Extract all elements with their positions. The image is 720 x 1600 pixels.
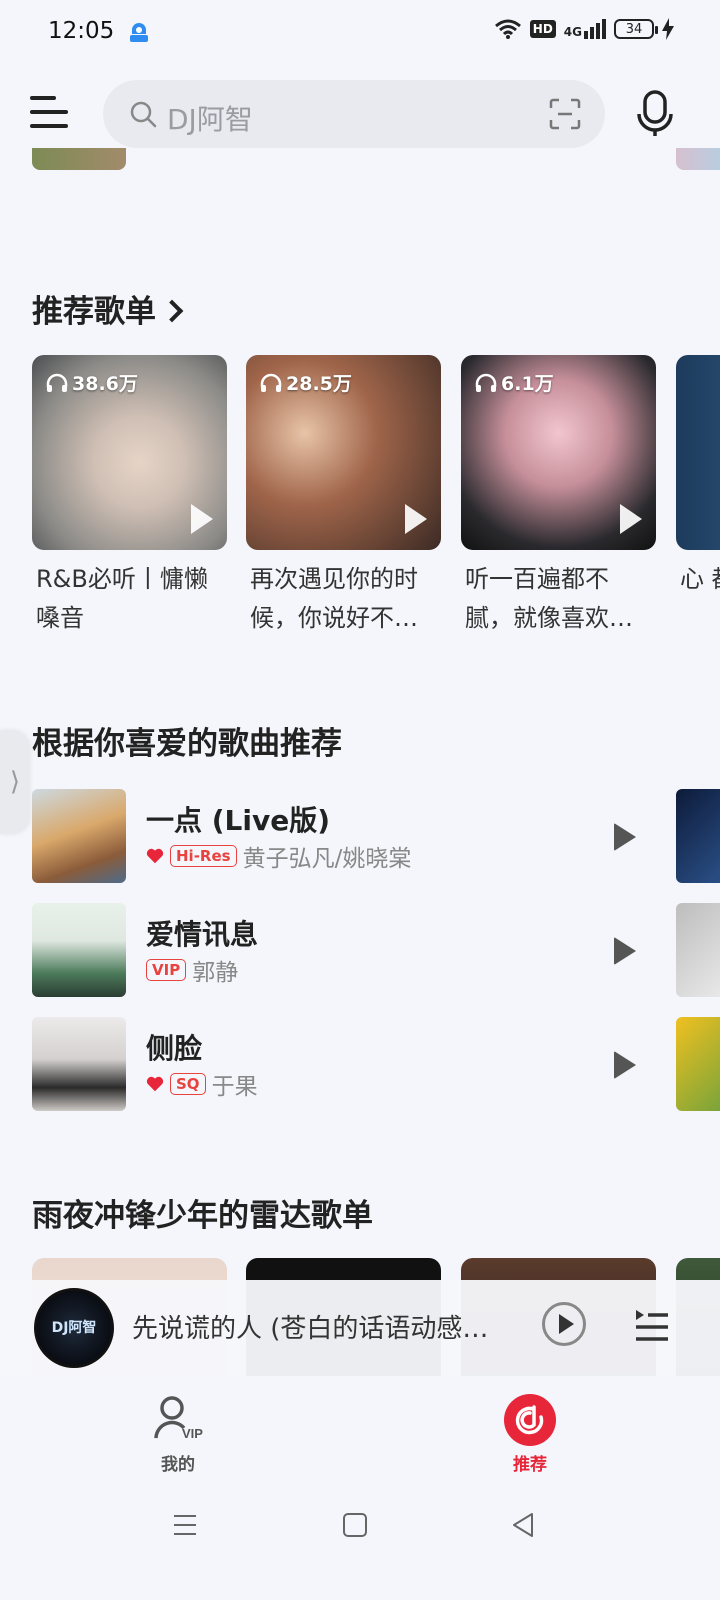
nav-mine[interactable]: VIP 我的 <box>128 1394 228 1475</box>
song-cover <box>32 1017 126 1111</box>
playlist-cover: 38.6万 <box>32 355 227 550</box>
song-title: 爱情讯息 <box>146 918 259 951</box>
signal-icon: 4G <box>564 19 606 39</box>
vip-badge: VIP <box>182 1426 203 1441</box>
status-icons: HD 4G 34 <box>494 18 674 40</box>
system-navigation <box>0 1490 720 1600</box>
song-title: 一点 (Live版) <box>146 804 331 837</box>
netease-music-icon <box>504 1394 556 1446</box>
mini-player-play-button[interactable] <box>542 1302 586 1346</box>
app-notification-icon <box>130 23 148 42</box>
charging-icon <box>662 18 674 40</box>
recommended-playlists-title: 推荐歌单 <box>32 294 156 330</box>
quality-tag: SQ <box>170 1073 206 1095</box>
playlist-title: 听一百遍都不腻，就像喜欢… <box>465 565 633 632</box>
play-icon[interactable] <box>614 823 636 851</box>
playlist-title: R&B必听丨慵懒嗓音 <box>36 565 208 632</box>
song-row[interactable]: 爱情讯息 VIP 郭静 <box>32 903 652 997</box>
song-meta: VIP 郭静 <box>146 953 238 987</box>
play-icon[interactable] <box>405 504 427 534</box>
disc-label: DJ阿智 <box>51 1320 97 1336</box>
next-column-thumbnail[interactable] <box>676 1017 720 1111</box>
playlist-cover: 28.5万 <box>246 355 441 550</box>
search-bar[interactable]: DJ阿智 <box>103 80 605 148</box>
mini-player[interactable]: DJ阿智 先说谎的人 (苍白的话语动感… <box>0 1280 720 1376</box>
song-meta: Hi-Res 黄子弘凡/姚晓棠 <box>146 839 411 873</box>
play-icon[interactable] <box>614 937 636 965</box>
song-title: 侧脸 <box>146 1032 203 1065</box>
song-cover <box>32 903 126 997</box>
battery-level: 34 <box>625 21 643 37</box>
playlist-card[interactable]: 6.1万 听一百遍都不腻，就像喜欢… <box>461 355 656 638</box>
home-icon[interactable] <box>342 1512 368 1538</box>
heart-icon <box>146 848 164 864</box>
nav-label: 我的 <box>161 1455 195 1475</box>
headphones-icon <box>46 373 68 392</box>
recommended-playlists-header[interactable]: 推荐歌单 <box>32 286 184 331</box>
song-cover <box>32 789 126 883</box>
user-vip-icon: VIP <box>154 1396 203 1441</box>
bottom-navigation: VIP 我的 推荐 <box>0 1376 720 1486</box>
liked-recommend-title: 根据你喜爱的歌曲推荐 <box>32 726 342 762</box>
playlist-cover: 6.1万 <box>461 355 656 550</box>
quality-tag: Hi-Res <box>170 845 237 867</box>
play-count: 28.5万 <box>260 369 352 396</box>
heart-icon <box>146 1076 164 1092</box>
menu-button[interactable] <box>30 96 68 130</box>
headphones-icon <box>475 373 497 392</box>
now-playing-title[interactable]: 先说谎的人 (苍白的话语动感… <box>132 1308 512 1345</box>
wifi-icon <box>494 19 521 39</box>
playlist-card[interactable]: 38.6万 R&B必听丨慵懒嗓音 <box>32 355 227 638</box>
microphone-icon[interactable] <box>636 90 674 138</box>
now-playing-disc[interactable]: DJ阿智 <box>34 1288 114 1368</box>
playlist-cover <box>676 355 720 550</box>
play-icon[interactable] <box>614 1051 636 1079</box>
search-icon <box>130 101 157 128</box>
vip-tag: VIP <box>146 959 187 981</box>
song-artist: 于果 <box>211 1074 258 1100</box>
song-row[interactable]: 一点 (Live版) Hi-Res 黄子弘凡/姚晓棠 <box>32 789 652 883</box>
song-meta: SQ 于果 <box>146 1067 258 1101</box>
playlist-card[interactable]: 心 都 <box>676 355 720 638</box>
hd-icon: HD <box>529 20 556 38</box>
nav-label: 推荐 <box>513 1455 547 1475</box>
headphones-icon <box>260 373 282 392</box>
clock: 12:05 <box>48 18 115 44</box>
play-count: 6.1万 <box>475 369 554 396</box>
scan-icon[interactable] <box>549 98 581 130</box>
next-column-thumbnail[interactable] <box>676 789 720 883</box>
play-count: 38.6万 <box>46 369 138 396</box>
play-count-value: 6.1万 <box>501 373 554 395</box>
song-artist: 郭静 <box>192 960 239 986</box>
song-artist: 黄子弘凡/姚晓棠 <box>242 846 412 872</box>
next-column-thumbnail[interactable] <box>676 903 720 997</box>
search-placeholder: DJ阿智 <box>167 103 253 136</box>
radar-playlist-title: 雨夜冲锋少年的雷达歌单 <box>32 1198 373 1234</box>
chevron-right-icon <box>160 299 184 322</box>
play-icon[interactable] <box>620 504 642 534</box>
back-icon[interactable] <box>510 1512 536 1538</box>
song-row[interactable]: 侧脸 SQ 于果 <box>32 1017 652 1111</box>
previous-row-thumbnail[interactable] <box>32 148 126 170</box>
recents-icon[interactable] <box>172 1512 198 1538</box>
playlist-card[interactable]: 28.5万 再次遇见你的时候，你说好不… <box>246 355 441 638</box>
play-count-value: 28.5万 <box>286 373 352 395</box>
network-type: 4G <box>563 25 582 39</box>
side-drawer-handle[interactable]: ⟩ <box>0 730 30 834</box>
playlist-title: 再次遇见你的时候，你说好不… <box>250 565 418 632</box>
play-icon[interactable] <box>191 504 213 534</box>
playlist-queue-icon[interactable] <box>634 1304 670 1344</box>
nav-recommend[interactable]: 推荐 <box>480 1394 580 1475</box>
play-count-value: 38.6万 <box>72 373 138 395</box>
playlist-title: 心 都 <box>680 565 720 593</box>
status-bar: 12:05 HD 4G 34 <box>0 0 720 64</box>
battery-icon: 34 <box>614 19 658 39</box>
previous-row-thumbnail-next[interactable] <box>676 148 720 170</box>
